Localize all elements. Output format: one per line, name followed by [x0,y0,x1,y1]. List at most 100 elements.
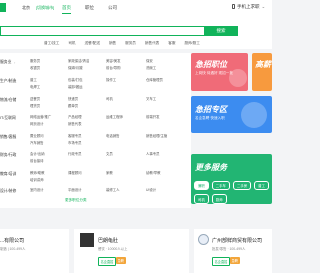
category-item[interactable]: 文员 [106,151,113,156]
category-item[interactable]: 网络运营/推广 [30,114,51,119]
nav-home[interactable]: 首页 [62,5,71,14]
phone-icon [232,4,235,9]
nav-jobs[interactable]: 职位 [85,5,94,14]
category-item[interactable]: 平面设计 [68,187,82,192]
hot-tag[interactable]: 司机 [68,41,75,46]
hot-tag[interactable]: 厨师/厨工 [184,41,199,46]
top-bar: 北京 [切换城市] 首页 职位 公司 手机上求职 ⌄ [0,0,272,17]
hot-tag[interactable]: 送餐/配送 [85,41,100,46]
category-item[interactable]: 前端开发 [146,114,160,119]
search-button[interactable]: 搜索 [204,26,238,36]
category-item[interactable]: 室内设计 [30,187,44,192]
company-info: 制造 | 100-499人 [0,247,26,251]
company-listing[interactable]: 巴朗龟肚 餐饮 · 10000人以上 名企直招 急聘 [74,229,189,273]
category-item[interactable]: 产品经理 [68,114,82,119]
category-item[interactable]: 客服专员 [68,133,82,138]
service-pills: 兼职 二手车 二手房 普工 司机 厨师 [194,181,272,204]
status-badge: 名企直招 [212,257,230,266]
category-item[interactable]: 行政专员 [68,151,82,156]
chevron-right-icon: › [14,189,16,194]
company-name: ...有限公司 [0,238,25,244]
chevron-right-icon: › [14,116,16,121]
category-item[interactable]: 保安 [146,58,153,63]
category-item[interactable]: 送餐员 [30,96,40,101]
category-item[interactable]: 保姆/月嫂 [68,65,83,70]
category-item[interactable]: 置业顾问 [30,133,44,138]
service-pill[interactable]: 普工 [254,181,269,191]
category-item[interactable]: 电话销售 [106,133,120,138]
company-info: 批发/零售 · 100-499人 [212,247,246,251]
category-item[interactable]: 销售经理/主管 [146,133,167,138]
category-item[interactable]: 仓库管理员 [146,77,163,82]
category-item[interactable]: 前台接待 [30,158,44,163]
category-item[interactable]: 快递员 [68,96,78,101]
site-logo[interactable] [0,3,6,12]
search-input[interactable] [1,27,206,35]
company-info: 餐饮 · 10000人以上 [98,247,128,251]
service-pill[interactable]: 厨师 [211,194,227,204]
category-item[interactable]: 课程顾问 [68,170,82,175]
status-badge: 急聘 [230,257,240,264]
category-item[interactable]: 汽车销售 [30,140,44,145]
category-item[interactable]: 运维工程师 [106,114,123,119]
decor-circle [241,102,267,128]
category-item[interactable]: UI设计 [146,187,156,192]
job-category-panel: 更多职位分类 服务业 › 服务员 家政保洁/清洁 美容/美发 保安收银员 保姆/月嫂 前台/导… [0,53,191,208]
category-item[interactable]: 销售代表 [68,121,82,126]
urgent-jobs-card[interactable]: 急招职位 上岗快 待遇好 现招一批 [191,53,248,91]
category-item[interactable]: 装卸/搬运 [68,84,83,89]
nav-companies[interactable]: 公司 [108,5,117,14]
hot-tag[interactable]: 销售 [109,41,116,46]
urgent-zone-title: 急招专区 [195,105,227,114]
company-name: 广州部鲜商贸有限公司 [212,238,263,244]
category-item[interactable]: 会计/出纳 [30,151,45,156]
company-listing[interactable]: 广州部鲜商贸有限公司 批发/零售 · 100-499人 名企直招 急聘 [194,229,272,273]
high-salary-card[interactable]: 高薪 [252,53,272,91]
category-item[interactable]: 电焊工 [30,84,40,89]
hot-tag[interactable]: 销售代表 [145,41,159,46]
category-item[interactable]: 叉车工 [146,96,156,101]
switch-city-link[interactable]: [切换城市] [36,5,54,11]
category-item[interactable]: 跟单员 [68,103,78,108]
hot-tag[interactable]: 服务员 [125,41,136,46]
category-item[interactable]: 服务员 [30,58,40,63]
category-item[interactable]: 装修工人 [106,187,120,192]
current-city: 北京 [22,5,30,10]
service-pill[interactable]: 二手车 [211,181,230,191]
category-item[interactable]: 网页设计 [30,121,44,126]
category-item[interactable]: 教师/助教 [30,170,45,175]
category-item[interactable]: 培训讲师 [30,177,44,182]
category-row-label[interactable]: 服务业 [0,60,11,65]
category-item[interactable]: 收银员 [30,65,40,70]
category-item[interactable]: 普工 [30,77,37,82]
category-item[interactable]: 前台/导购 [106,65,121,70]
more-services-title: 更多服务 [195,163,227,172]
category-item[interactable]: 理货员 [30,103,40,108]
category-item[interactable]: 家政保洁/清洁 [68,58,89,63]
service-pill[interactable]: 司机 [194,194,209,204]
category-item[interactable]: 幼教/早教 [146,170,161,175]
category-item[interactable]: 市场专员 [68,140,82,145]
mobile-job-label: 手机上求职 [237,4,260,9]
company-listing[interactable]: ...有限公司 制造 | 100-499人 [0,229,69,273]
search-box [0,26,206,36]
hot-tag[interactable]: 客服 [168,41,175,46]
chevron-down-icon: ⌄ [261,4,266,9]
category-item[interactable]: 洗碗工 [146,65,156,70]
service-pill[interactable]: 兼职 [194,181,209,191]
urgent-zone-subtitle: 名企急聘 快速入职 [195,116,225,120]
category-item[interactable]: 美容/美发 [106,58,121,63]
search-section: 搜索 普工/技工 司机 送餐/配送 销售 服务员 销售代表 客服 厨师/厨工 [0,17,272,49]
company-name: 巴朗龟肚 [98,238,119,244]
chevron-right-icon: › [14,135,16,140]
hot-tag[interactable]: 普工/技工 [44,41,59,46]
category-item[interactable]: 操作工 [106,77,116,82]
category-item[interactable]: 人事专员 [146,151,160,156]
category-item[interactable]: 司机 [106,96,113,101]
service-pill[interactable]: 二手房 [232,181,252,191]
urgent-zone-card[interactable]: 急招专区 名企急聘 快速入职 [191,96,272,133]
mobile-job-link[interactable]: 手机上求职 ⌄ [232,4,265,10]
more-categories-link[interactable]: 更多职位分类 [65,198,87,203]
category-item[interactable]: 包装/打包 [68,77,83,82]
category-item[interactable]: 家教 [106,170,113,175]
